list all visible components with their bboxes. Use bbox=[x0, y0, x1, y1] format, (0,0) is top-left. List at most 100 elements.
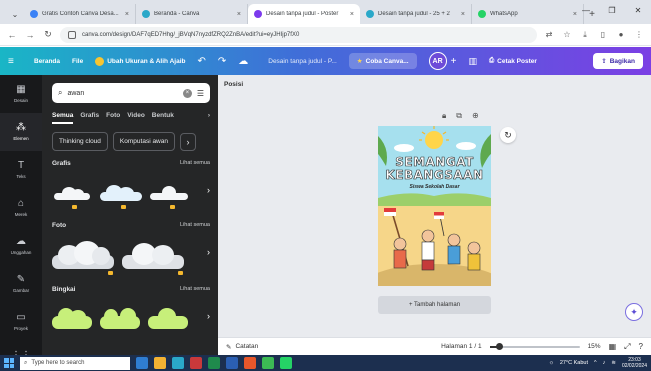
file-menu-button[interactable]: File bbox=[72, 58, 83, 65]
wifi-icon[interactable]: ≋ bbox=[611, 360, 616, 366]
browser-tab[interactable]: WhatsApp × bbox=[472, 4, 584, 24]
site-info-icon[interactable] bbox=[68, 30, 76, 39]
see-all-link[interactable]: Lihat semua bbox=[180, 286, 210, 293]
tab-search-chevron-icon[interactable]: ⌄ bbox=[6, 4, 24, 24]
panel-tab-semua[interactable]: Semua bbox=[52, 112, 74, 124]
cloud-frame-2[interactable] bbox=[100, 308, 140, 330]
help-icon[interactable]: ? bbox=[639, 342, 643, 351]
rail-item-desain[interactable]: ▦ Desain bbox=[0, 75, 42, 113]
design-title[interactable]: Desain tanpa judul - P... bbox=[268, 58, 337, 65]
forward-icon[interactable]: → bbox=[24, 30, 36, 40]
browser-tab[interactable]: Desain tanpa judul - Poster × bbox=[248, 4, 360, 24]
magic-assistant-icon[interactable]: ✦ bbox=[625, 303, 643, 321]
panel-tab-video[interactable]: Video bbox=[127, 112, 145, 124]
file-explorer-icon[interactable] bbox=[154, 357, 166, 369]
browser-menu-icon[interactable]: ⋮ bbox=[633, 30, 645, 39]
clock[interactable]: 23:03 02/02/2024 bbox=[622, 357, 647, 369]
cloud-frame-1[interactable] bbox=[52, 308, 92, 330]
panel-tab-grafis[interactable]: Grafis bbox=[80, 112, 99, 124]
home-button[interactable]: Beranda bbox=[34, 58, 60, 65]
browser-tab[interactable]: Desain tanpa judul - 25 + 2 × bbox=[360, 4, 472, 24]
taskbar-search-input[interactable]: ⌕ Type here to search bbox=[20, 356, 130, 370]
clear-search-icon[interactable]: × bbox=[182, 88, 192, 98]
chips-next-icon[interactable]: › bbox=[179, 132, 196, 151]
windows-start-icon[interactable] bbox=[4, 358, 14, 368]
notes-button[interactable]: ✎ Catatan bbox=[226, 343, 258, 351]
cloud-graphic-3[interactable] bbox=[150, 185, 190, 209]
fullscreen-icon[interactable]: ⤢ bbox=[624, 342, 630, 352]
graphics-next-icon[interactable]: › bbox=[207, 185, 210, 195]
zoom-value[interactable]: 15% bbox=[588, 343, 601, 350]
zoom-knob[interactable] bbox=[495, 342, 503, 350]
element-search-input[interactable]: ⌕ awan × ☰ bbox=[52, 83, 210, 103]
poster-page[interactable]: SEMANGAT KEBANGSAAN Siswa Sekolah Dasar bbox=[378, 126, 491, 286]
url-field[interactable]: canva.com/design/DAF7qED7Hhg/_jBVqN7nyzd… bbox=[60, 26, 537, 43]
browser-tab[interactable]: Gratis Contoh Canva Desa... × bbox=[24, 4, 136, 24]
panel-tabs-next-icon[interactable]: › bbox=[208, 112, 210, 124]
print-poster-button[interactable]: ⎙ Cetak Poster bbox=[489, 57, 537, 65]
tab-close-icon[interactable]: × bbox=[350, 11, 354, 18]
hamburger-menu-icon[interactable]: ≡ bbox=[8, 56, 22, 67]
add-page-button[interactable]: + Tambah halaman bbox=[378, 296, 491, 314]
rail-item-elemen[interactable]: ⁂ Elemen bbox=[0, 113, 42, 151]
avatar[interactable]: AR bbox=[428, 52, 447, 70]
cloud-photo-1[interactable] bbox=[52, 241, 114, 275]
cloud-frame-3[interactable] bbox=[148, 308, 188, 330]
insights-chart-icon[interactable]: ▥ bbox=[468, 56, 477, 67]
undo-icon[interactable]: ↶ bbox=[197, 56, 205, 67]
refresh-design-icon[interactable]: ↻ bbox=[500, 127, 516, 143]
whatsapp-icon[interactable] bbox=[280, 357, 292, 369]
tab-close-icon[interactable]: × bbox=[125, 11, 129, 18]
cloud-graphic-2[interactable] bbox=[100, 185, 142, 209]
rail-item-unggahan[interactable]: ☁ Unggahan bbox=[0, 227, 42, 265]
add-page-icon[interactable]: ⊕ bbox=[472, 111, 479, 121]
duplicate-page-icon[interactable]: ⧉ bbox=[456, 111, 462, 121]
chip-cloud-computing[interactable]: Komputasi awan bbox=[112, 132, 175, 151]
add-collaborator-icon[interactable]: + bbox=[451, 56, 457, 67]
edge-icon[interactable] bbox=[172, 357, 184, 369]
photos-next-icon[interactable]: › bbox=[207, 247, 210, 257]
bookmark-star-icon[interactable]: ☆ bbox=[561, 30, 573, 39]
panel-tab-foto[interactable]: Foto bbox=[106, 112, 120, 124]
resize-button[interactable]: Ubah Ukuran & Alih Ajaib bbox=[95, 56, 185, 66]
zoom-slider[interactable] bbox=[489, 342, 580, 350]
app-icon[interactable] bbox=[244, 357, 256, 369]
page-indicator[interactable]: Halaman 1 / 1 bbox=[441, 343, 481, 350]
chrome-icon[interactable] bbox=[262, 357, 274, 369]
weather-icon[interactable]: ☼ bbox=[549, 360, 554, 366]
grid-view-icon[interactable]: ▦ bbox=[609, 342, 617, 351]
powerpoint-icon[interactable] bbox=[190, 357, 202, 369]
tab-close-icon[interactable]: × bbox=[237, 11, 241, 18]
tab-close-icon[interactable]: × bbox=[461, 11, 465, 18]
word-icon[interactable] bbox=[226, 357, 238, 369]
sidepanel-icon[interactable]: ▯ bbox=[597, 30, 609, 39]
cloud-photo-2[interactable] bbox=[122, 241, 184, 275]
chip-thinking-cloud[interactable]: Thinking cloud bbox=[52, 132, 108, 151]
see-all-link[interactable]: Lihat semua bbox=[180, 222, 210, 229]
lock-icon[interactable]: 🔒︎ bbox=[442, 111, 446, 121]
profile-icon[interactable]: ● bbox=[615, 30, 627, 39]
taskview-icon[interactable] bbox=[136, 357, 148, 369]
panel-tab-bentuk[interactable]: Bentuk bbox=[152, 112, 174, 124]
rail-item-merek[interactable]: ⌂ Merek bbox=[0, 189, 42, 227]
close-window-icon[interactable]: ✕ bbox=[625, 0, 651, 20]
see-all-link[interactable]: Lihat semua bbox=[180, 160, 210, 167]
filter-icon[interactable]: ☰ bbox=[197, 89, 204, 98]
browser-tab[interactable]: Beranda - Canva × bbox=[136, 4, 248, 24]
rail-item-teks[interactable]: T Teks bbox=[0, 151, 42, 189]
download-icon[interactable]: ⤓ bbox=[579, 30, 591, 40]
minimize-icon[interactable]: — bbox=[573, 0, 599, 20]
translate-icon[interactable]: ⇄ bbox=[543, 30, 555, 39]
rail-item-proyek[interactable]: ▭ Proyek bbox=[0, 303, 42, 341]
weather-text[interactable]: 27°C Kabut bbox=[560, 360, 588, 366]
tray-chevron-icon[interactable]: ^ bbox=[594, 360, 597, 366]
position-label[interactable]: Posisi bbox=[224, 81, 243, 88]
volume-icon[interactable]: ♪ bbox=[603, 360, 606, 366]
maximize-icon[interactable]: ❐ bbox=[599, 0, 625, 20]
share-button[interactable]: ⇪ Bagikan bbox=[593, 53, 643, 69]
cloud-saved-icon[interactable]: ☁ bbox=[238, 56, 248, 67]
rail-item-gambar[interactable]: ✎ Gambar bbox=[0, 265, 42, 303]
frames-next-icon[interactable]: › bbox=[207, 311, 210, 321]
reload-icon[interactable]: ↻ bbox=[42, 29, 54, 40]
cloud-graphic-1[interactable] bbox=[52, 185, 92, 209]
